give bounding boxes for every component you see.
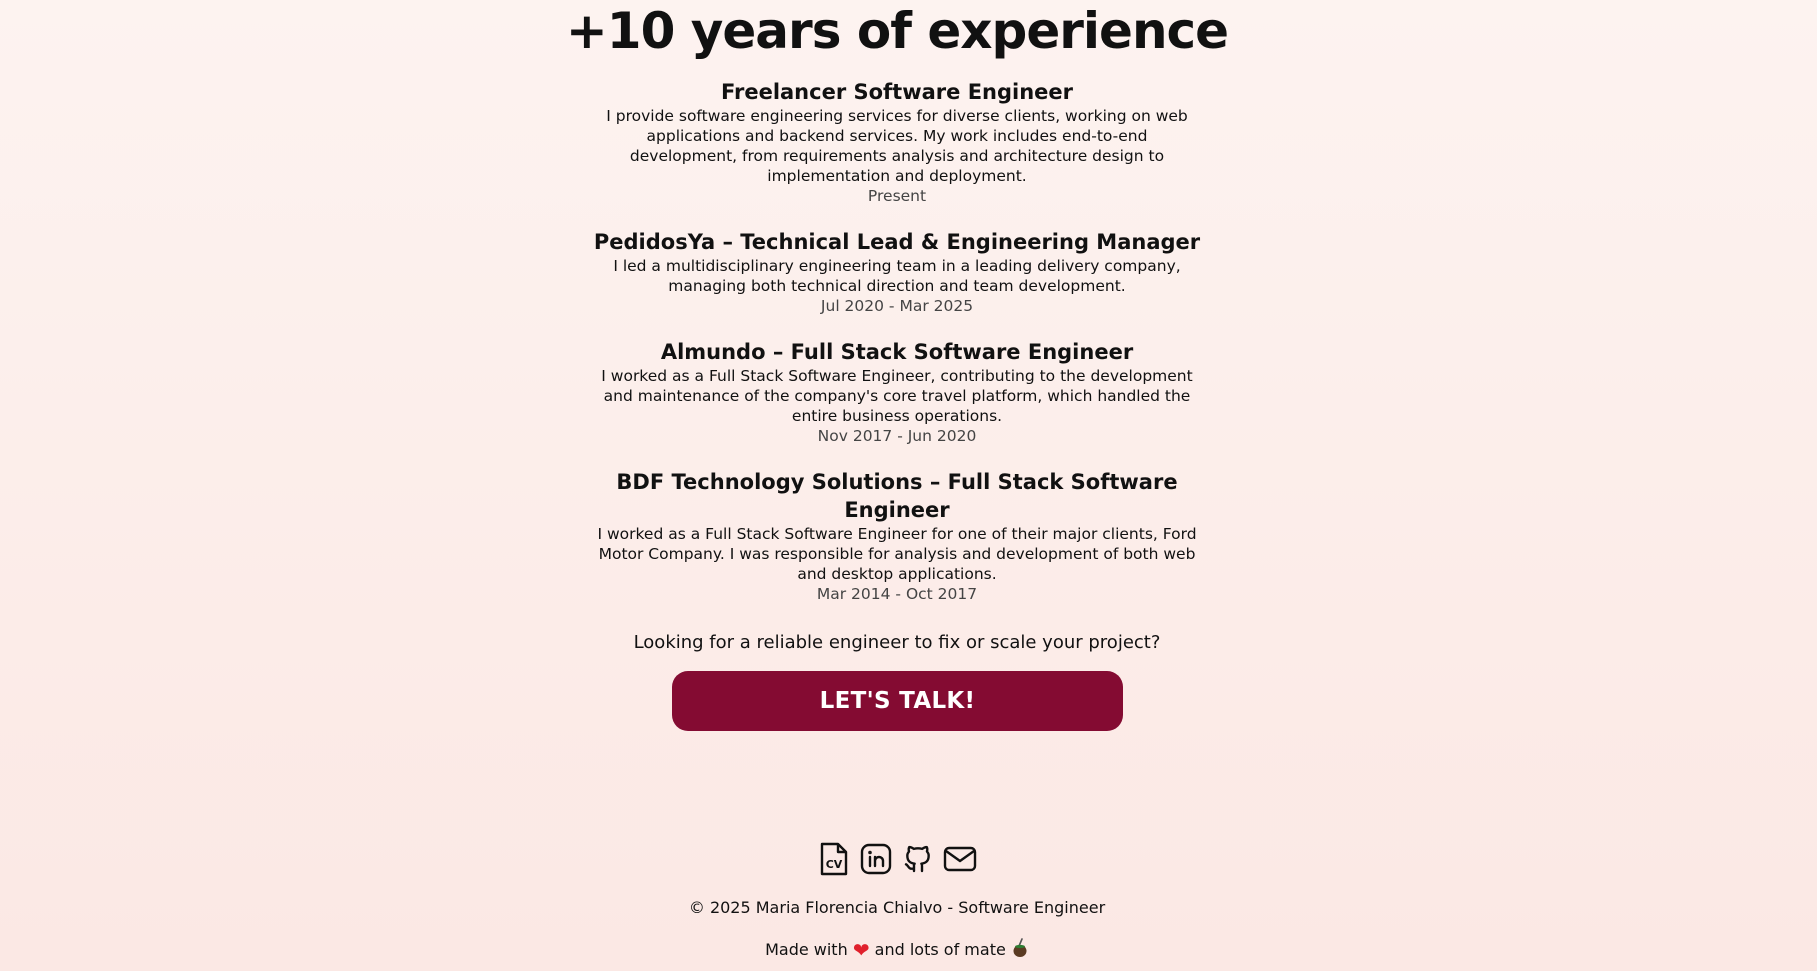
made-with-suffix: and lots of mate bbox=[874, 940, 1006, 959]
cv-link[interactable]: CV bbox=[817, 842, 851, 876]
lets-talk-button[interactable]: LET'S TALK! bbox=[672, 671, 1123, 731]
job-description: I worked as a Full Stack Software Engine… bbox=[601, 367, 1193, 425]
job-dates: Nov 2017 - Jun 2020 bbox=[817, 427, 977, 445]
job-description: I led a multidisciplinary engineering te… bbox=[613, 257, 1181, 295]
social-links: CV bbox=[0, 842, 1794, 876]
copyright-text: © 2025 Maria Florencia Chialvo - Softwar… bbox=[688, 898, 1106, 917]
mail-link[interactable] bbox=[943, 842, 977, 876]
mail-icon bbox=[943, 846, 977, 872]
job-entry: Freelancer Software Engineer I provide s… bbox=[592, 78, 1202, 206]
page: +10 years of experience Freelancer Softw… bbox=[0, 0, 1817, 971]
cta-text: Looking for a reliable engineer to fix o… bbox=[633, 632, 1161, 653]
svg-text:CV: CV bbox=[826, 858, 843, 871]
job-title: Almundo – Full Stack Software Engineer bbox=[660, 340, 1134, 364]
cv-icon: CV bbox=[820, 842, 848, 876]
mate-icon bbox=[1013, 938, 1027, 957]
job-title: Freelancer Software Engineer bbox=[720, 80, 1074, 104]
experience-list: Freelancer Software Engineer I provide s… bbox=[0, 78, 1794, 626]
github-link[interactable] bbox=[901, 842, 935, 876]
job-dates: Mar 2014 - Oct 2017 bbox=[816, 585, 978, 603]
job-description: I worked as a Full Stack Software Engine… bbox=[597, 525, 1197, 583]
linkedin-icon bbox=[860, 843, 892, 875]
job-title: PedidosYa – Technical Lead & Engineering… bbox=[593, 230, 1201, 254]
made-with-prefix: Made with bbox=[765, 940, 848, 959]
job-entry: BDF Technology Solutions – Full Stack So… bbox=[592, 468, 1202, 604]
job-dates: Present bbox=[867, 187, 927, 205]
job-title: BDF Technology Solutions – Full Stack So… bbox=[616, 470, 1178, 522]
github-icon bbox=[904, 845, 930, 873]
job-entry: PedidosYa – Technical Lead & Engineering… bbox=[592, 228, 1202, 316]
page-title: +10 years of experience bbox=[565, 2, 1229, 60]
linkedin-link[interactable] bbox=[859, 842, 893, 876]
job-description: I provide software engineering services … bbox=[606, 107, 1188, 185]
made-with-line: Made with ❤ and lots of mate bbox=[0, 938, 1794, 962]
job-entry: Almundo – Full Stack Software Engineer I… bbox=[592, 338, 1202, 446]
job-dates: Jul 2020 - Mar 2025 bbox=[820, 297, 974, 315]
heart-icon: ❤ bbox=[852, 938, 870, 962]
